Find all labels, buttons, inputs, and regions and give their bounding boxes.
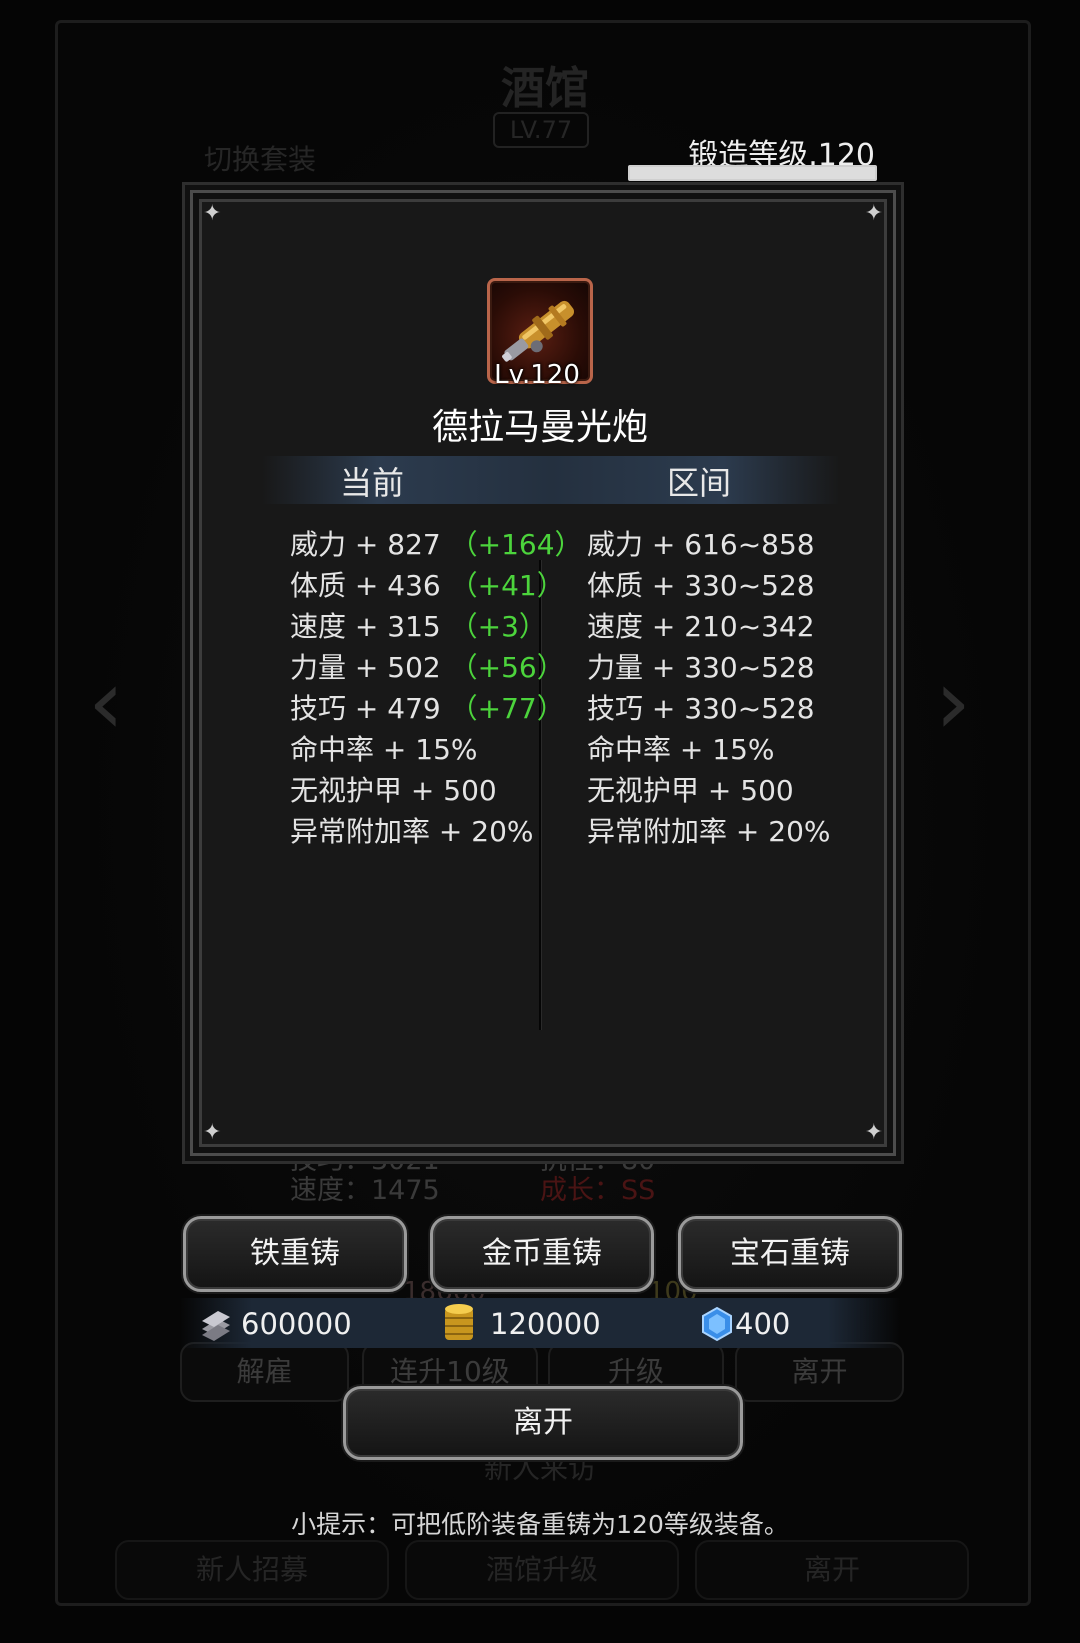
stat-text: 威力 + 827 (290, 528, 441, 561)
corner-star-icon: ✦ (864, 1120, 883, 1145)
iron-ingot-icon (198, 1305, 234, 1347)
stat-bonus: （+3） (449, 610, 547, 643)
bottom-leave-button[interactable]: 离开 (695, 1540, 969, 1600)
current-column-title: 当前 (340, 464, 405, 502)
stat-bonus: （+56） (449, 651, 565, 684)
gem-amount: 400 (735, 1307, 791, 1341)
stat-text: 无视护甲 + 500 (290, 774, 497, 807)
switch-set-button[interactable]: 切换套装 (185, 140, 335, 180)
stat-text: 异常附加率 + 20% (290, 815, 534, 848)
item-level: Lv.120 (494, 360, 580, 390)
corner-star-icon: ✦ (864, 201, 883, 226)
current-stat: 技巧 + 479 （+77） (290, 687, 565, 727)
tavern-upgrade-button[interactable]: 酒馆升级 (405, 1540, 679, 1600)
stat-bonus: （+41） (449, 569, 565, 602)
range-column-title: 区间 (667, 464, 732, 502)
dismiss-button[interactable]: 解雇 (180, 1342, 349, 1402)
iron-amount: 600000 (241, 1307, 352, 1341)
current-stat: 无视护甲 + 500 (290, 769, 497, 809)
corner-star-icon: ✦ (203, 201, 222, 226)
gold-coin-stack-icon (442, 1302, 476, 1346)
item-name: 德拉马曼光炮 (431, 407, 648, 448)
range-stat: 技巧 + 330~528 (587, 692, 815, 725)
gold-reforge-button[interactable]: 金币重铸 (430, 1216, 654, 1292)
gem-icon (700, 1306, 734, 1346)
background-title: 酒馆 (501, 63, 589, 114)
forge-progress-fill (630, 167, 875, 179)
prev-arrow-icon[interactable]: ‹ (88, 650, 124, 755)
stat-text: 速度 + 315 (290, 610, 441, 643)
background-stat: 成长：SS (540, 1175, 656, 1206)
range-stat: 无视护甲 + 500 (587, 774, 794, 807)
current-stat: 速度 + 315 （+3） (290, 605, 547, 645)
stat-bonus: （+77） (449, 692, 565, 725)
current-stat: 力量 + 502 （+56） (290, 646, 565, 686)
corner-star-icon: ✦ (203, 1120, 222, 1145)
range-stat: 力量 + 330~528 (587, 651, 815, 684)
current-stat: 异常附加率 + 20% (290, 810, 534, 850)
current-stat: 体质 + 436 （+41） (290, 564, 565, 604)
iron-reforge-button[interactable]: 铁重铸 (183, 1216, 407, 1292)
hint-text: 小提示：可把低阶装备重铸为120等级装备。 (291, 1510, 789, 1539)
next-arrow-icon[interactable]: › (935, 650, 971, 755)
stat-text: 命中率 + 15% (290, 733, 478, 766)
stat-bonus: （+164） (449, 528, 583, 561)
range-stat: 命中率 + 15% (587, 733, 775, 766)
range-stat: 体质 + 330~528 (587, 569, 815, 602)
gold-amount: 120000 (490, 1307, 601, 1341)
gem-reforge-button[interactable]: 宝石重铸 (678, 1216, 902, 1292)
leave-button[interactable]: 离开 (343, 1386, 743, 1460)
background-stat: 速度：1475 (290, 1175, 440, 1206)
current-stat: 威力 + 827 （+164） (290, 523, 583, 563)
range-stat: 异常附加率 + 20% (587, 815, 831, 848)
forge-progress-bar (628, 165, 877, 181)
recruit-button[interactable]: 新人招募 (115, 1540, 389, 1600)
stat-text: 技巧 + 479 (290, 692, 441, 725)
stat-text: 力量 + 502 (290, 651, 441, 684)
stat-text: 体质 + 436 (290, 569, 441, 602)
range-stat: 速度 + 210~342 (587, 610, 815, 643)
range-stat: 威力 + 616~858 (587, 528, 815, 561)
current-stat: 命中率 + 15% (290, 728, 478, 768)
background-leave-button[interactable]: 离开 (735, 1342, 904, 1402)
